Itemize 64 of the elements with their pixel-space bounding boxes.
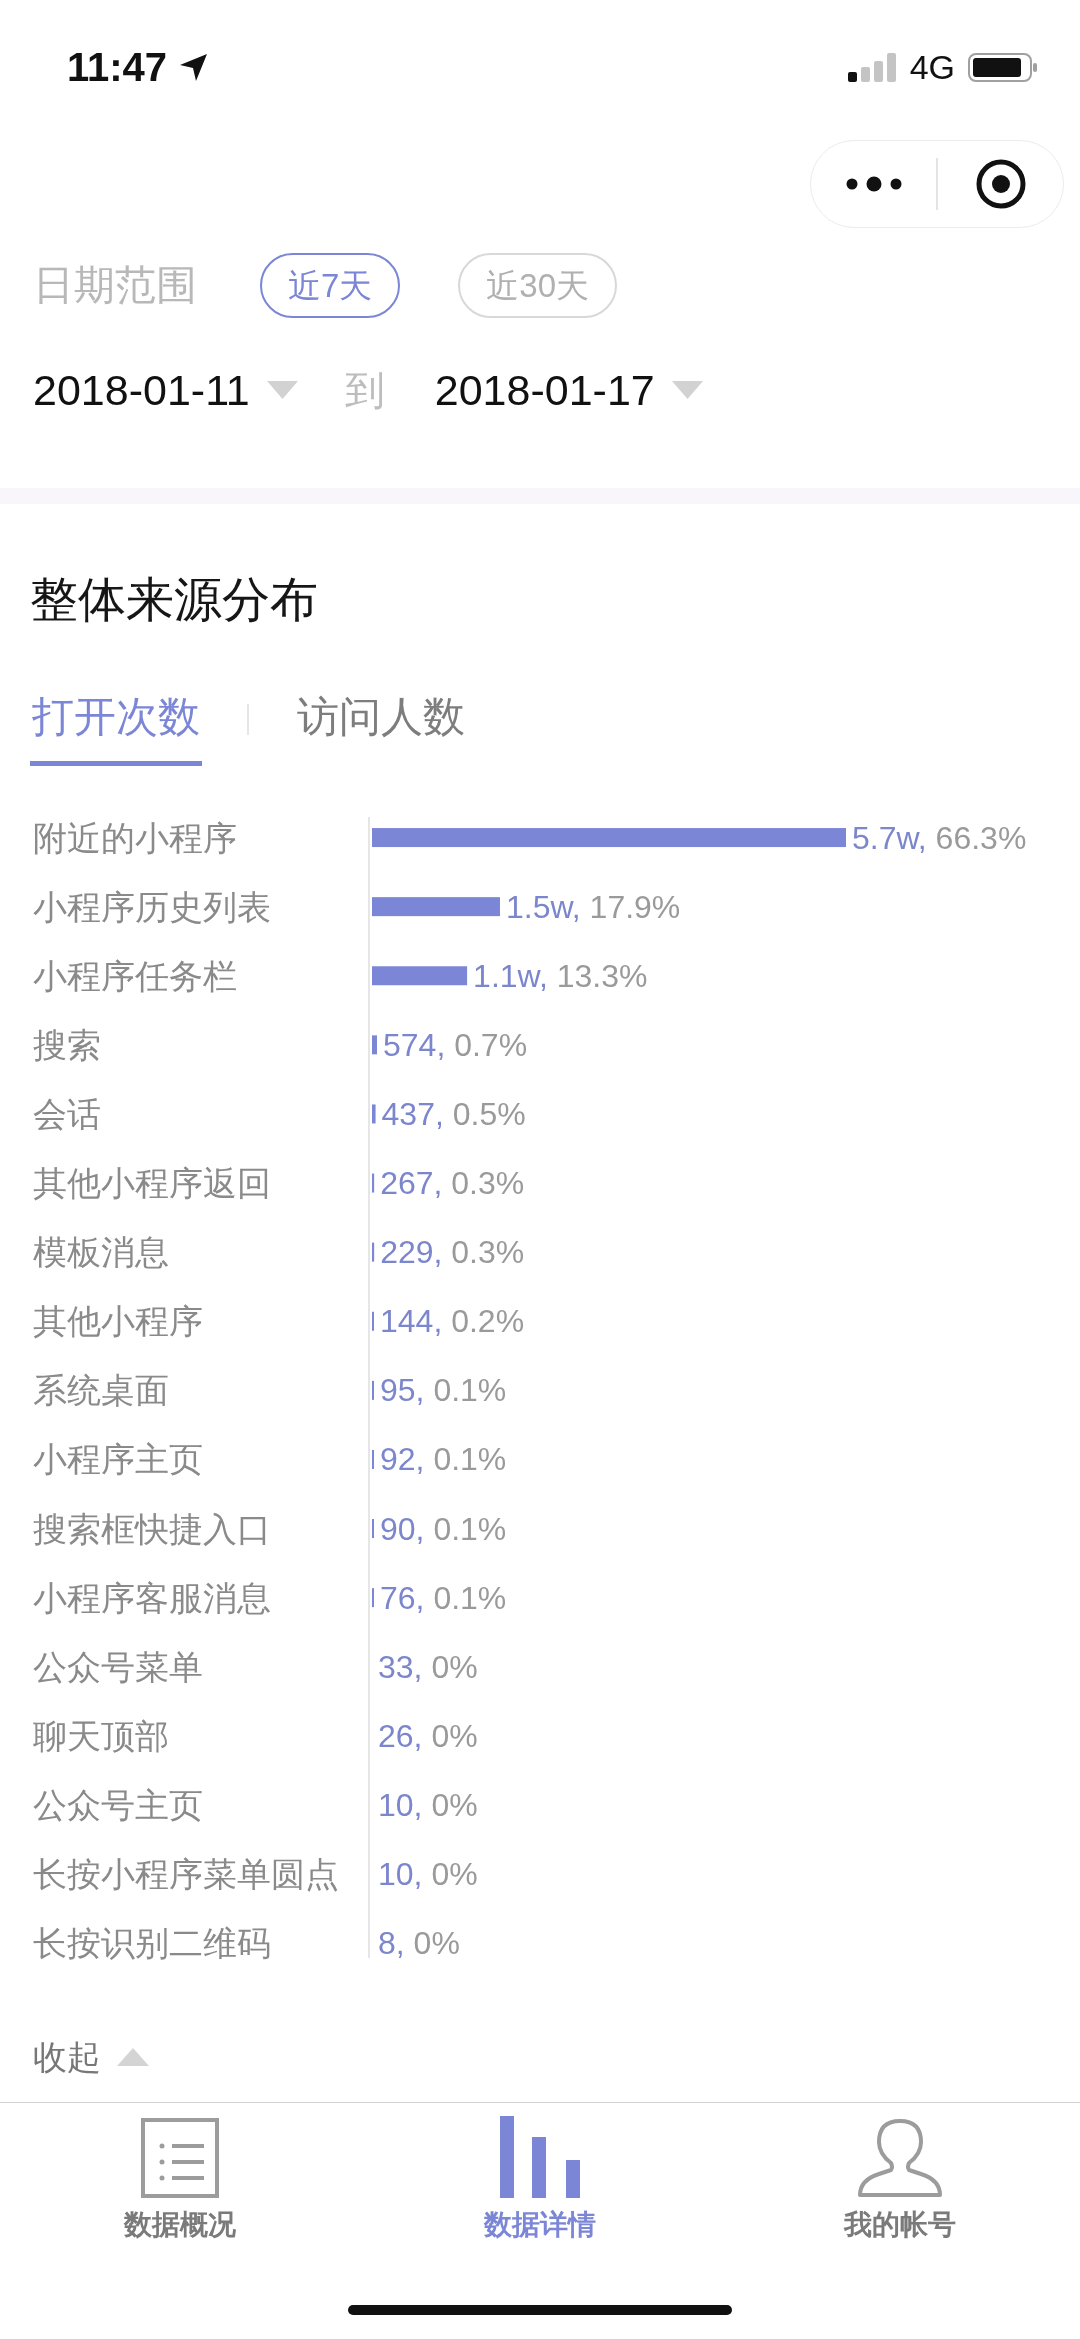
category-label: 附近的小程序	[33, 818, 237, 857]
end-date-picker[interactable]: 2018-01-17	[434, 365, 703, 415]
chart-bar	[372, 1104, 376, 1124]
date-range-label: 日期范围	[33, 265, 198, 306]
category-label: 会话	[33, 1094, 101, 1133]
value-label: 10, 0%	[378, 1786, 478, 1823]
category-label: 长按小程序菜单圆点	[33, 1855, 339, 1894]
category-label: 其他小程序	[33, 1302, 203, 1341]
category-label: 公众号菜单	[33, 1647, 203, 1686]
value-label: 95, 0.1%	[380, 1372, 507, 1409]
bottom-tab[interactable]: 我的帐号	[720, 2103, 1080, 2242]
metric-tab[interactable]: 访问人数	[295, 692, 467, 766]
value-label: 437, 0.5%	[381, 1095, 526, 1132]
category-label: 小程序主页	[33, 1440, 203, 1479]
category-label: 小程序任务栏	[33, 956, 237, 995]
value-label: 90, 0.1%	[380, 1510, 507, 1547]
start-date-picker[interactable]: 2018-01-11	[33, 365, 298, 415]
category-label: 公众号主页	[33, 1785, 203, 1824]
value-label: 5.7w, 66.3%	[852, 819, 1027, 856]
value-label: 10, 0%	[378, 1856, 478, 1893]
value-label: 144, 0.2%	[380, 1303, 525, 1340]
date-preset-button[interactable]: 近30天	[458, 253, 618, 318]
value-label: 229, 0.3%	[380, 1234, 525, 1271]
category-label: 长按识别二维码	[33, 1924, 271, 1963]
value-label: 1.5w, 17.9%	[505, 888, 681, 925]
network-label: 4G	[909, 50, 955, 84]
more-icon[interactable]	[845, 176, 902, 192]
date-separator-label: 到	[344, 370, 385, 410]
value-label: 267, 0.3%	[380, 1165, 525, 1202]
category-label: 小程序客服消息	[33, 1578, 271, 1617]
metric-tab[interactable]: 打开次数	[30, 692, 202, 766]
list-icon	[141, 2118, 219, 2198]
category-label: 小程序历史列表	[33, 887, 271, 926]
caret-down-icon	[266, 381, 298, 399]
date-preset-button[interactable]: 近7天	[260, 253, 401, 318]
person-icon	[857, 2118, 943, 2198]
chart-bar	[372, 1242, 375, 1262]
value-label: 33, 0%	[378, 1648, 478, 1685]
caret-down-icon	[671, 381, 703, 399]
collapse-button[interactable]: 收起	[33, 2037, 149, 2077]
bottom-tab[interactable]: 数据概况	[0, 2103, 360, 2242]
value-label: 574, 0.7%	[383, 1026, 528, 1063]
value-label: 76, 0.1%	[380, 1579, 507, 1616]
location-arrow-icon	[179, 52, 209, 82]
value-label: 1.1w, 13.3%	[473, 957, 648, 994]
category-label: 系统桌面	[33, 1371, 169, 1410]
value-label: 8, 0%	[378, 1925, 460, 1962]
battery-icon	[968, 52, 1038, 82]
signal-icon	[847, 52, 897, 82]
bar-chart-icon	[500, 2116, 580, 2198]
value-label: 92, 0.1%	[380, 1441, 507, 1478]
chart-bar	[372, 1035, 377, 1055]
bottom-tab[interactable]: 数据详情	[360, 2103, 720, 2242]
target-icon[interactable]	[975, 159, 1026, 209]
caret-up-icon	[117, 2048, 149, 2066]
category-label: 搜索	[33, 1025, 101, 1064]
category-label: 搜索框快捷入口	[33, 1509, 271, 1548]
status-time: 11:47	[67, 47, 168, 87]
category-label: 聊天顶部	[33, 1716, 169, 1755]
category-label: 其他小程序返回	[33, 1164, 271, 1203]
section-title: 整体来源分布	[29, 572, 319, 628]
value-label: 26, 0%	[378, 1717, 478, 1754]
category-label: 模板消息	[33, 1233, 169, 1272]
chart-bar	[372, 1173, 375, 1193]
